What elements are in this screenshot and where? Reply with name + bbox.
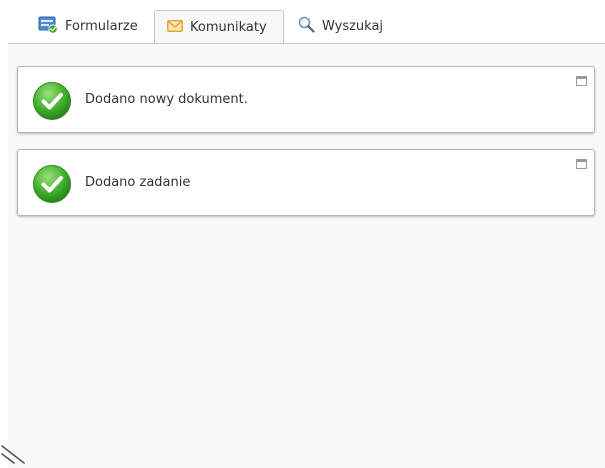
maximize-icon[interactable] xyxy=(576,159,587,169)
maximize-icon[interactable] xyxy=(576,76,587,86)
message-item: Dodano zadanie xyxy=(17,149,595,216)
tab-forms[interactable]: Formularze xyxy=(38,10,138,43)
form-icon xyxy=(38,16,58,38)
tab-forms-label: Formularze xyxy=(65,19,138,34)
success-check-icon xyxy=(32,81,72,125)
success-check-icon xyxy=(32,164,72,208)
message-list: Dodano nowy dokument. Dodano zadanie xyxy=(17,66,595,232)
message-item: Dodano nowy dokument. xyxy=(17,66,595,133)
message-text: Dodano zadanie xyxy=(85,175,191,190)
search-icon xyxy=(298,16,315,37)
tab-messages[interactable]: Komunikaty xyxy=(154,10,284,44)
tab-bar-divider xyxy=(8,43,605,44)
message-text: Dodano nowy dokument. xyxy=(85,92,248,107)
envelope-icon xyxy=(167,19,183,36)
tab-bar: Formularze Komunikaty Wyszukaj xyxy=(8,0,605,44)
tab-search[interactable]: Wyszukaj xyxy=(298,10,383,43)
tab-messages-label: Komunikaty xyxy=(190,20,267,35)
messages-panel: Formularze Komunikaty Wyszukaj Dodano no… xyxy=(8,0,605,468)
resize-grip-icon[interactable] xyxy=(0,444,28,468)
tab-search-label: Wyszukaj xyxy=(322,19,384,34)
